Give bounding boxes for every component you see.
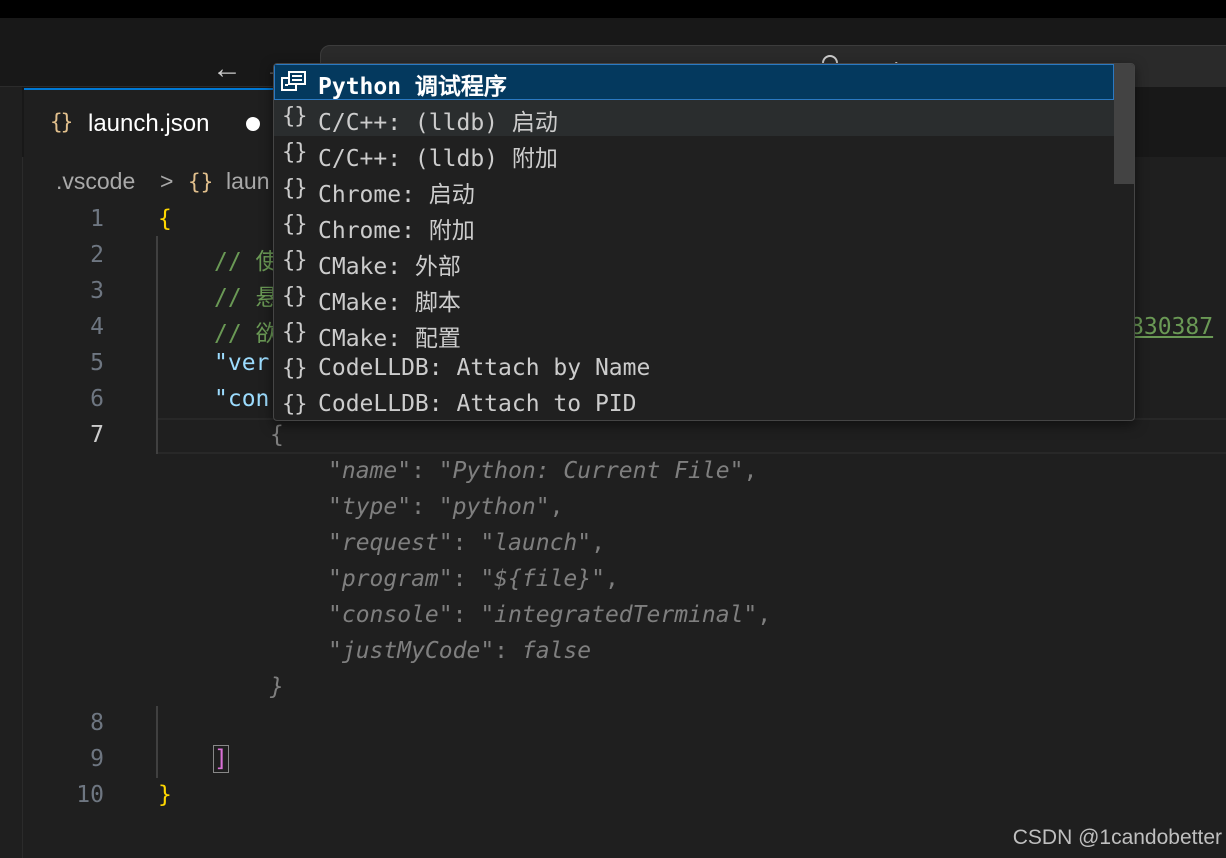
indent-guide <box>156 706 158 778</box>
code-line-3: // 悬 <box>214 285 279 311</box>
snippet-braces-icon: {} <box>282 248 307 273</box>
suggestion-item-selected[interactable]: Python 调试程序 <box>274 64 1114 100</box>
suggest-widget: Python 调试程序 {} C/C++: (lldb) 启动 {} C/C++… <box>273 63 1135 421</box>
suggestion-label: C/C++: (lldb) 附加 <box>318 146 558 172</box>
suggestion-label: Python 调试程序 <box>318 74 507 100</box>
code-line-5: "ver <box>214 350 270 376</box>
line-number: 5 <box>90 350 104 376</box>
suggestion-label: CodeLLDB: Attach to PID <box>318 391 637 417</box>
ghost-line-request: "request": "launch", <box>328 530 605 556</box>
snippet-braces-icon: {} <box>282 284 307 309</box>
ghost-close-brace: } <box>270 674 284 700</box>
ghost-line-justmycode: "justMyCode": false <box>328 638 592 664</box>
line-number: 9 <box>90 746 104 772</box>
line-number: 10 <box>76 782 104 808</box>
suggestion-label: CodeLLDB: Attach by Name <box>318 355 651 381</box>
tab-launch-json[interactable]: {} launch.json <box>24 88 280 158</box>
suggestion-item[interactable]: {} CMake: 脚本 <box>274 280 1114 316</box>
suggestion-label: CMake: 外部 <box>318 254 461 280</box>
line-number-active: 7 <box>90 422 104 448</box>
code-line-10: } <box>158 782 172 808</box>
comment-link[interactable]: 830387 <box>1130 314 1213 340</box>
suggestion-item[interactable]: {} CMake: 外部 <box>274 244 1114 280</box>
breadcrumb-chevron-icon: > <box>160 168 174 194</box>
code-line-2: // 使 <box>214 249 279 275</box>
breadcrumb-folder[interactable]: .vscode <box>56 168 135 195</box>
suggestion-label: C/C++: (lldb) 启动 <box>318 110 558 136</box>
json-file-icon: {} <box>50 110 73 134</box>
watermark: CSDN @1candobetter <box>1012 826 1222 849</box>
indent-guide <box>156 236 158 454</box>
suggestion-label: Chrome: 附加 <box>318 218 475 244</box>
snippet-braces-icon: {} <box>282 392 307 417</box>
snippet-braces-icon: {} <box>282 176 307 201</box>
breadcrumb-file[interactable]: laun <box>226 168 269 195</box>
line-number: 8 <box>90 710 104 736</box>
code-line-9: ] <box>213 745 229 773</box>
json-file-icon: {} <box>188 170 214 194</box>
suggestion-item[interactable]: {} Chrome: 启动 <box>274 172 1114 208</box>
unsaved-dot-icon[interactable] <box>246 117 260 131</box>
suggestion-item[interactable]: {} C/C++: (lldb) 启动 <box>274 100 1114 136</box>
code-line-6: "con <box>214 386 270 412</box>
suggestion-item[interactable]: {} C/C++: (lldb) 附加 <box>274 136 1114 172</box>
line-number: 3 <box>90 278 104 304</box>
snippet-braces-icon: {} <box>282 212 307 237</box>
code-line-4: // 欲 <box>214 321 279 347</box>
snippet-braces-icon: {} <box>282 356 307 381</box>
snippet-braces-icon: {} <box>282 320 307 345</box>
window-top-strip <box>0 0 1226 18</box>
ghost-line-console: "console": "integratedTerminal", <box>328 602 772 628</box>
suggestion-item[interactable]: {} CodeLLDB: Attach to PID <box>274 388 1114 420</box>
line-number: 6 <box>90 386 104 412</box>
ghost-line-name: "name": "Python: Current File", <box>328 458 758 484</box>
snippet-braces-icon: {} <box>282 140 307 165</box>
code-line-1: { <box>158 206 172 232</box>
suggest-scrollbar[interactable] <box>1114 64 1134 184</box>
suggestion-label: CMake: 配置 <box>318 326 461 352</box>
suggestion-item[interactable]: {} Chrome: 附加 <box>274 208 1114 244</box>
ghost-line-program: "program": "${file}", <box>328 566 619 592</box>
ghost-open-brace: { <box>270 422 284 448</box>
current-line-highlight <box>158 418 1226 454</box>
line-number: 2 <box>90 242 104 268</box>
snippet-braces-icon: {} <box>282 104 307 129</box>
tab-label: launch.json <box>88 110 210 137</box>
back-arrow-icon[interactable]: ← <box>212 54 242 84</box>
suggestion-label: CMake: 脚本 <box>318 290 461 316</box>
debug-snippet-icon <box>281 71 306 91</box>
line-number: 4 <box>90 314 104 340</box>
suggestion-item[interactable]: {} CodeLLDB: Attach by Name <box>274 352 1114 388</box>
suggestion-label: Chrome: 启动 <box>318 182 475 208</box>
ghost-line-type: "type": "python", <box>328 494 564 520</box>
line-number: 1 <box>90 206 104 232</box>
suggestion-item[interactable]: {} CMake: 配置 <box>274 316 1114 352</box>
